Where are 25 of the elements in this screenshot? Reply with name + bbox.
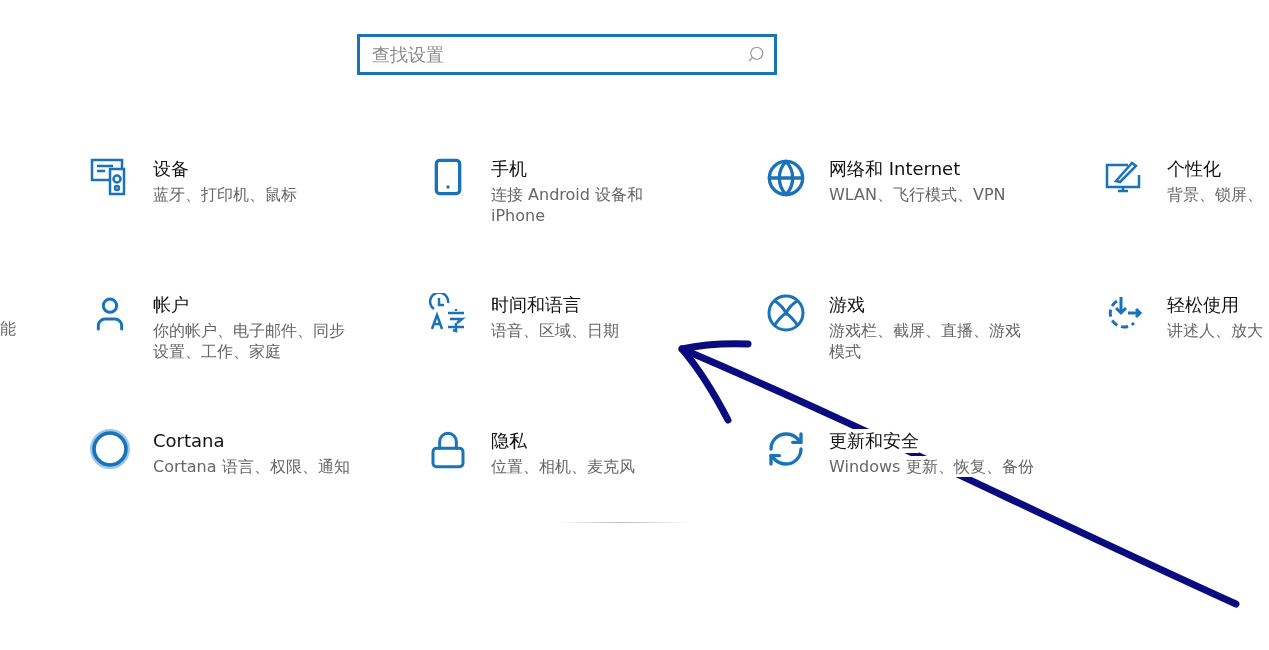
globe-icon [766,157,806,199]
xbox-icon [766,293,806,333]
tile-description: 能 [0,318,17,339]
tile-title[interactable]: 更新和安全 [829,429,919,453]
tile-title[interactable]: 游戏 [829,293,865,317]
tile-title[interactable]: 设备 [153,157,189,181]
tile-title[interactable]: 隐私 [491,429,527,453]
tile-title[interactable]: 手机 [491,157,527,181]
tile-title[interactable]: 个性化 [1167,157,1221,181]
sync-icon [766,429,806,469]
ring-icon [90,429,130,469]
clock-letters-icon [428,293,468,333]
tile-title[interactable]: 网络和 Internet [829,157,961,181]
search-icon [747,45,765,63]
tile-description: 语音、区域、日期 [491,320,619,341]
search-field[interactable]: 查找设置 [357,34,777,75]
tile-description: Cortana 语言、权限、通知 [153,456,350,477]
tile-description: 蓝牙、打印机、鼠标 [153,184,297,205]
tile-description: WLAN、飞行模式、VPN [829,184,1006,205]
tile-title[interactable]: 帐户 [153,293,189,317]
tile-title[interactable]: 轻松使用 [1167,293,1239,317]
tile-title[interactable]: 时间和语言 [491,293,581,317]
tile-description: Windows 更新、恢复、备份 [829,456,1034,477]
tile-description: 位置、相机、麦克风 [491,456,635,477]
tile-description: 讲述人、放大 [1167,320,1263,341]
